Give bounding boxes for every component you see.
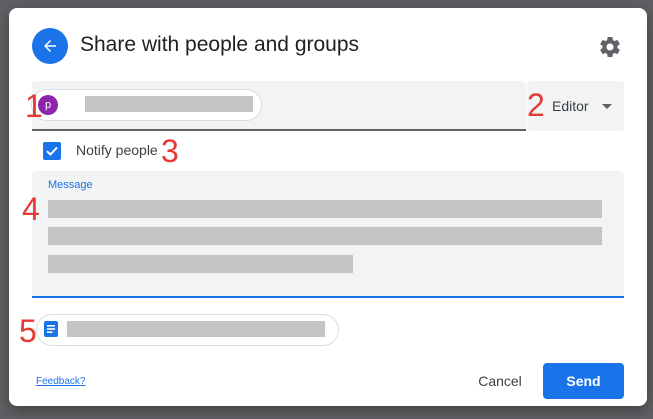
cancel-button[interactable]: Cancel: [467, 364, 533, 398]
recipient-email-redacted: [85, 96, 253, 112]
gear-icon[interactable]: [598, 35, 622, 59]
annotation-2: 2: [527, 87, 545, 123]
message-line-redacted: [48, 255, 353, 273]
arrow-left-icon: [44, 40, 56, 52]
message-label: Message: [48, 179, 93, 191]
feedback-link[interactable]: Feedback?: [36, 376, 85, 387]
annotation-5: 5: [19, 313, 37, 349]
send-button[interactable]: Send: [543, 363, 624, 399]
message-line-redacted: [48, 200, 602, 218]
share-dialog: Share with people and groups p Editor No…: [9, 8, 647, 406]
notify-checkbox[interactable]: [43, 142, 61, 160]
caret-down-icon: [602, 104, 612, 109]
annotation-3: 3: [161, 133, 179, 169]
notify-label: Notify people: [76, 142, 158, 158]
role-label: Editor: [552, 98, 589, 114]
message-line-redacted: [48, 227, 602, 245]
document-title-redacted: [67, 321, 325, 337]
dialog-title: Share with people and groups: [80, 33, 360, 56]
annotation-1: 1: [25, 88, 43, 124]
checkmark-icon: [46, 146, 58, 156]
docs-icon: [44, 321, 58, 337]
back-button[interactable]: [32, 28, 68, 64]
annotation-4: 4: [22, 191, 40, 227]
